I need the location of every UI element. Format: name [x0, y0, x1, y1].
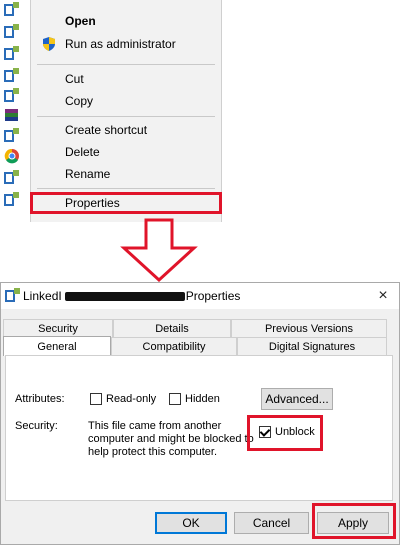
- file-icon[interactable]: [4, 170, 20, 186]
- readonly-label: Read-only: [106, 393, 157, 405]
- menu-separator: [37, 64, 215, 65]
- properties-highlight-box: [30, 192, 222, 214]
- unblock-highlight-box: [247, 415, 323, 451]
- general-tab-panel: Attributes: Read-only Hidden Advanced...…: [5, 355, 393, 501]
- chrome-icon[interactable]: [4, 148, 20, 164]
- hidden-label: Hidden: [185, 393, 220, 405]
- file-list: [0, 0, 30, 222]
- close-icon[interactable]: ×: [373, 286, 393, 306]
- menu-separator: [37, 116, 215, 117]
- ok-button[interactable]: OK: [155, 512, 227, 534]
- security-label: Security:: [15, 420, 58, 432]
- menu-item-delete[interactable]: Delete: [65, 145, 100, 159]
- menu-item-open[interactable]: Open: [65, 14, 96, 28]
- tab-details[interactable]: Details: [113, 319, 231, 337]
- attributes-label: Attributes:: [15, 393, 65, 405]
- title-bar: LinkedI Properties ×: [1, 283, 399, 309]
- dialog-title-end: Properties: [185, 289, 241, 303]
- tab-compatibility[interactable]: Compatibility: [111, 337, 237, 355]
- apply-highlight-box: [312, 503, 396, 539]
- menu-item-create-shortcut[interactable]: Create shortcut: [65, 123, 147, 137]
- file-icon[interactable]: [4, 128, 20, 144]
- dialog-title-start: LinkedI: [23, 289, 62, 303]
- menu-item-copy[interactable]: Copy: [65, 94, 93, 108]
- file-icon[interactable]: [4, 2, 20, 18]
- file-icon[interactable]: [4, 88, 20, 104]
- uac-shield-icon: [41, 36, 57, 52]
- hidden-checkbox[interactable]: [169, 393, 181, 405]
- menu-item-cut[interactable]: Cut: [65, 72, 84, 86]
- security-message: This file came from another computer and…: [88, 420, 254, 458]
- file-icon[interactable]: [4, 24, 20, 40]
- file-icon[interactable]: [4, 46, 20, 62]
- redaction-bar: [65, 292, 185, 301]
- archive-icon[interactable]: [4, 108, 20, 124]
- file-icon[interactable]: [4, 192, 20, 208]
- tab-security[interactable]: Security: [3, 319, 113, 337]
- tab-general[interactable]: General: [3, 336, 111, 356]
- down-arrow-icon: [120, 218, 198, 283]
- tab-previous-versions[interactable]: Previous Versions: [231, 319, 387, 337]
- readonly-checkbox[interactable]: [90, 393, 102, 405]
- file-icon: [5, 288, 21, 304]
- cancel-button[interactable]: Cancel: [234, 512, 309, 534]
- file-icon[interactable]: [4, 68, 20, 84]
- advanced-button[interactable]: Advanced...: [261, 388, 333, 410]
- menu-separator: [37, 188, 215, 189]
- menu-item-run-as-admin[interactable]: Run as administrator: [65, 37, 176, 51]
- menu-item-rename[interactable]: Rename: [65, 167, 110, 181]
- tab-digital-signatures[interactable]: Digital Signatures: [237, 337, 387, 355]
- context-menu: Open Run as administrator Cut Copy Creat…: [30, 0, 222, 222]
